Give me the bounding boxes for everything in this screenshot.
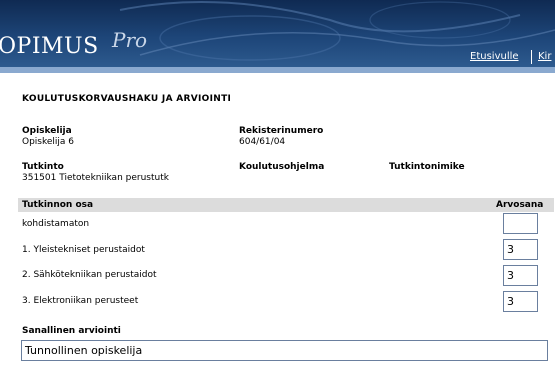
student-value: Opiskelija 6 — [22, 137, 75, 147]
student-label: Opiskelija — [22, 126, 72, 136]
nav-link-kir[interactable]: Kir — [538, 51, 551, 62]
verbal-assessment-label: Sanallinen arviointi — [22, 326, 121, 336]
table-row-label: 3. Elektroniikan perusteet — [22, 296, 139, 306]
degree-value: 351501 Tietotekniikan perustutk — [22, 173, 169, 183]
table-row-label: 2. Sähkötekniikan perustaidot — [22, 270, 157, 280]
table-header — [18, 198, 554, 212]
grade-input[interactable]: 3 — [503, 239, 538, 260]
nav-separator — [531, 50, 532, 64]
program-label: Koulutusohjelma — [239, 162, 325, 172]
nav-link-etusivulle[interactable]: Etusivulle — [470, 51, 519, 62]
grade-input[interactable]: 3 — [503, 265, 538, 286]
verbal-assessment-input[interactable]: Tunnollinen opiskelija — [21, 340, 548, 361]
column-header-part: Tutkinnon osa — [22, 200, 94, 210]
table-row-label: kohdistamaton — [22, 219, 90, 229]
degree-label: Tutkinto — [22, 162, 64, 172]
column-header-grade: Arvosana — [496, 200, 544, 210]
page-title: KOULUTUSKORVAUSHAKU JA ARVIOINTI — [22, 94, 232, 104]
table-row-label: 1. Yleistekniset perustaidot — [22, 245, 145, 255]
reg-number-label: Rekisterinumero — [239, 126, 324, 136]
grade-input[interactable] — [503, 213, 538, 234]
degree-title-label: Tutkintonimike — [389, 162, 465, 172]
grade-input[interactable]: 3 — [503, 291, 538, 312]
reg-number-value: 604/61/04 — [239, 137, 286, 147]
app-logo: OPIMUS — [0, 34, 99, 59]
app-logo-suffix: Pro — [112, 28, 148, 52]
